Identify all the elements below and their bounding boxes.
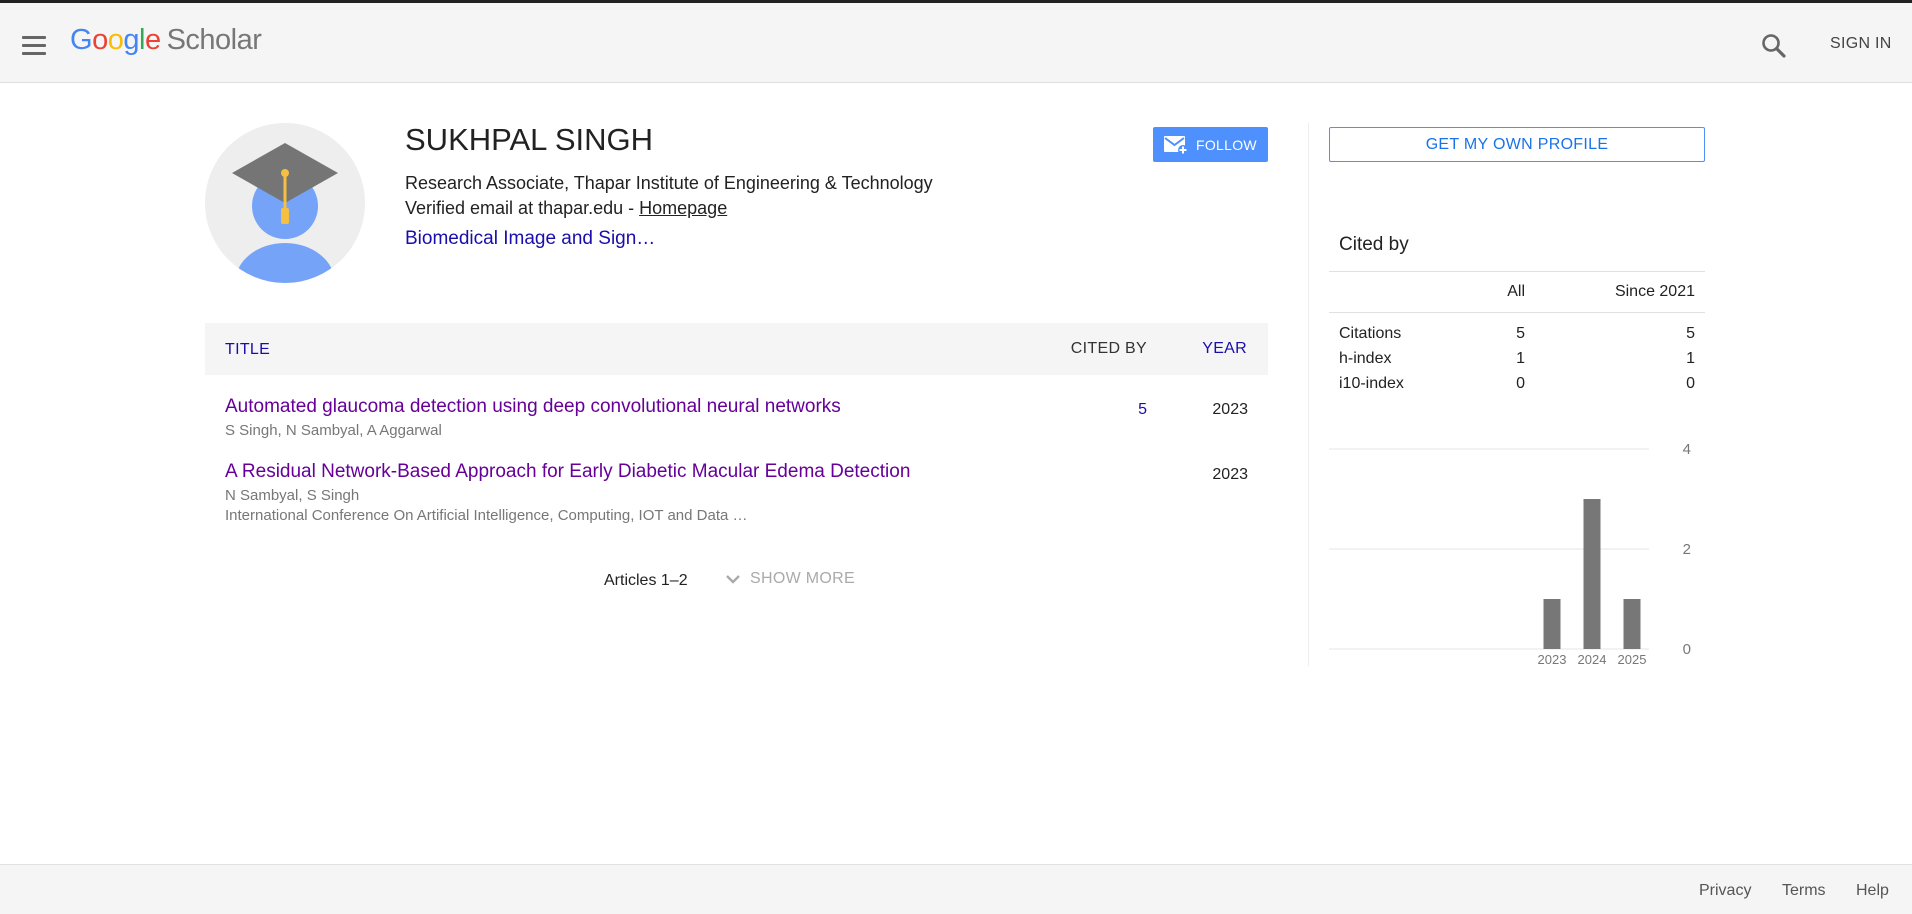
divider xyxy=(1329,312,1705,313)
stat-label: i10-index xyxy=(1339,375,1404,392)
logo-letter: o xyxy=(92,24,108,56)
chart-bar xyxy=(1623,599,1641,649)
article-authors: N Sambyal, S Singh xyxy=(225,487,360,504)
logo-letter: o xyxy=(107,24,124,56)
profile-affiliation: Research Associate, Thapar Institute of … xyxy=(405,173,933,193)
profile-avatar xyxy=(205,123,365,283)
column-header-cited-by[interactable]: CITED BY xyxy=(1071,340,1147,358)
article-authors: S Singh, N Sambyal, A Aggarwal xyxy=(225,422,442,439)
stat-all: 5 xyxy=(1516,325,1525,342)
stats-row: i10-index 0 0 xyxy=(1329,375,1705,395)
menu-button[interactable] xyxy=(14,25,54,65)
column-header-year[interactable]: YEAR xyxy=(1202,340,1247,358)
mail-plus-icon xyxy=(1164,135,1188,155)
footer-link-help[interactable]: Help xyxy=(1856,882,1889,900)
sidebar-divider xyxy=(1308,123,1309,666)
stats-row: Citations 5 5 xyxy=(1329,325,1705,345)
show-more-label: SHOW MORE xyxy=(750,570,855,587)
divider xyxy=(1329,271,1705,272)
citations-bar-chart: 0 2 4 2023 2024 2025 xyxy=(1329,441,1691,667)
stat-since: 5 xyxy=(1686,325,1695,342)
article-cited-by-link[interactable]: 5 xyxy=(1087,401,1147,419)
x-tick-label: 2025 xyxy=(1618,652,1647,667)
stat-all: 0 xyxy=(1516,375,1525,392)
stat-label: Citations xyxy=(1339,325,1402,342)
search-button[interactable] xyxy=(1758,30,1790,62)
x-tick-label: 2024 xyxy=(1578,652,1607,667)
profile-name: SUKHPAL SINGH xyxy=(405,122,654,157)
cited-by-heading: Cited by xyxy=(1339,234,1409,255)
get-my-own-profile-button[interactable]: GET MY OWN PROFILE xyxy=(1329,127,1705,162)
homepage-link[interactable]: Homepage xyxy=(639,198,727,218)
chevron-down-icon xyxy=(726,575,740,584)
footer: Privacy Terms Help xyxy=(0,864,1912,914)
logo-scholar-text: Scholar xyxy=(166,24,262,56)
stats-header-row: All Since 2021 xyxy=(1329,283,1705,303)
footer-link-privacy[interactable]: Privacy xyxy=(1699,882,1751,900)
logo-letter: g xyxy=(123,24,139,56)
x-tick-label: 2023 xyxy=(1538,652,1567,667)
profile-email: Verified email at thapar.edu - Homepage xyxy=(405,198,727,219)
article-year: 2023 xyxy=(1212,466,1248,483)
research-interest-link[interactable]: Biomedical Image and Sign… xyxy=(405,228,655,250)
stats-row: h-index 1 1 xyxy=(1329,350,1705,370)
stat-all: 1 xyxy=(1516,350,1525,367)
stats-header-since: Since 2021 xyxy=(1614,283,1695,300)
articles-table-header: TITLE CITED BY YEAR xyxy=(205,323,1268,375)
show-more-button[interactable]: SHOW MORE xyxy=(724,570,855,588)
menu-icon-line xyxy=(22,35,46,39)
article-title-link[interactable]: A Residual Network-Based Approach for Ea… xyxy=(225,461,910,483)
menu-icon-line xyxy=(22,51,46,55)
top-bar: Google Scholar SIGN IN xyxy=(0,3,1912,83)
article-venue: International Conference On Artificial I… xyxy=(225,507,748,524)
column-header-title[interactable]: TITLE xyxy=(225,341,270,359)
article-title-link[interactable]: Automated glaucoma detection using deep … xyxy=(225,396,841,418)
search-icon xyxy=(1762,34,1786,58)
articles-count: Articles 1–2 xyxy=(604,572,688,589)
stats-header-all: All xyxy=(1507,283,1525,300)
chart-bar xyxy=(1583,499,1601,649)
follow-button[interactable]: FOLLOW xyxy=(1153,127,1268,162)
sign-in-button[interactable]: SIGN IN xyxy=(1830,35,1892,53)
footer-link-terms[interactable]: Terms xyxy=(1782,882,1826,900)
google-scholar-logo[interactable]: Google Scholar xyxy=(70,24,262,57)
chart-bar xyxy=(1543,599,1561,649)
stat-since: 1 xyxy=(1686,350,1695,367)
menu-icon-line xyxy=(22,43,46,47)
logo-letter: e xyxy=(144,24,161,56)
stat-label: h-index xyxy=(1339,350,1392,367)
verified-email-text: Verified email at thapar.edu - xyxy=(405,198,640,218)
logo-letter: G xyxy=(70,24,93,56)
citations-per-year-chart: 0 2 4 2023 2024 2025 xyxy=(1329,430,1705,670)
default-scholar-avatar-icon xyxy=(205,123,365,283)
y-tick-label: 2 xyxy=(1683,541,1691,558)
article-year: 2023 xyxy=(1212,401,1248,418)
y-tick-label: 4 xyxy=(1683,441,1691,458)
stat-since: 0 xyxy=(1686,375,1695,392)
follow-label: FOLLOW xyxy=(1196,136,1257,153)
y-tick-label: 0 xyxy=(1683,641,1691,658)
